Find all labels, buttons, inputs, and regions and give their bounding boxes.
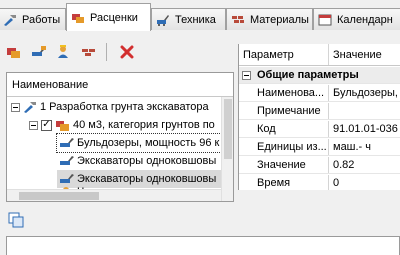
delete-icon (120, 45, 134, 59)
grid-param-name: Примечание (239, 103, 329, 119)
grid-param-name: Наименова... (239, 85, 329, 101)
machine-icon (60, 138, 74, 147)
grid-row-code[interactable]: Код 91.01.01-036 (239, 121, 400, 138)
grid-col-value[interactable]: Значение (329, 49, 382, 61)
add-rate-button[interactable] (3, 41, 25, 63)
toolbar-separator (106, 43, 107, 61)
tab-machinery[interactable]: Техника (151, 8, 226, 30)
add-worker-button[interactable] (53, 41, 75, 63)
tree-row-label: 1 Разработка грунта экскаватора (40, 101, 209, 113)
add-machine-icon (32, 46, 46, 56)
tab-bar: Работы Расценки Техника Материалы Календ… (0, 0, 400, 31)
grid-col-param[interactable]: Параметр (239, 44, 329, 65)
machine-icon (60, 156, 74, 165)
tab-machinery-label: Техника (175, 13, 216, 26)
add-machine-button[interactable] (28, 41, 50, 63)
grid-header-row: Параметр Значение (239, 44, 400, 66)
rate-icon (56, 120, 69, 131)
materials-icon (232, 15, 244, 23)
copy-icon (8, 212, 24, 228)
grid-row-note[interactable]: Примечание (239, 103, 400, 120)
grid-param-value[interactable]: Бульдозеры, (329, 87, 398, 99)
grid-row-time[interactable]: Время 0 (239, 175, 400, 190)
tree-row-label: Бульдозеры, мощность 96 к (77, 137, 220, 149)
add-worker-icon (58, 45, 68, 58)
grid-param-name: Значение (239, 157, 329, 173)
property-grid[interactable]: Параметр Значение Общие параметры Наимен… (238, 44, 400, 190)
rate-checkbox[interactable]: ✓ (41, 119, 52, 131)
calendar-icon (318, 14, 332, 25)
tab-works[interactable]: Работы (0, 8, 66, 30)
grid-row-value[interactable]: Значение 0.82 (239, 157, 400, 174)
add-material-button[interactable] (78, 41, 100, 63)
grid-param-value[interactable]: 0.82 (329, 159, 354, 171)
work-icon (24, 102, 36, 113)
grid-param-name: Единицы из... (239, 139, 329, 155)
tab-materials-label: Материалы (250, 13, 309, 26)
bottom-panel[interactable] (6, 236, 400, 255)
grid-param-name: Код (239, 121, 329, 137)
tree-horizontal-scrollbar[interactable] (7, 189, 221, 201)
delete-button[interactable] (116, 41, 138, 63)
tab-rates[interactable]: Расценки (66, 3, 151, 31)
grid-param-value[interactable]: 91.01.01-036 (329, 123, 398, 135)
tree-row-rate[interactable]: ✓ 40 м3, категория грунтов по (7, 116, 215, 134)
rates-icon (72, 13, 84, 23)
category-collapse-toggle[interactable] (242, 70, 251, 80)
add-material-icon (82, 49, 95, 56)
tree-row-label: Экскаваторы одноковшовы (77, 155, 217, 167)
collapse-toggle[interactable] (29, 120, 38, 130)
tab-calendar-label: Календарн (337, 13, 393, 26)
add-rate-icon (7, 48, 20, 58)
grid-param-name: Время (239, 175, 329, 190)
rates-tree[interactable]: Наименование 1 Разработка грунта экскава… (6, 72, 234, 202)
tree-column-header[interactable]: Наименование (7, 73, 233, 97)
grid-param-value[interactable]: маш.- ч (329, 141, 371, 153)
copy-button[interactable] (8, 212, 24, 228)
tree-vertical-scrollbar[interactable] (221, 97, 233, 201)
tree-header-label: Наименование (12, 78, 89, 91)
grid-category-label: Общие параметры (257, 69, 359, 81)
grid-category-row[interactable]: Общие параметры (239, 67, 400, 84)
tab-rates-label: Расценки (90, 11, 138, 24)
tab-works-label: Работы (22, 13, 61, 26)
scroll-thumb[interactable] (224, 99, 232, 159)
tab-calendar[interactable]: Календарн (313, 8, 400, 30)
collapse-toggle[interactable] (11, 102, 20, 112)
grid-row-name[interactable]: Наименова... Бульдозеры, (239, 85, 400, 102)
works-icon (4, 14, 16, 26)
tab-materials[interactable]: Материалы (226, 8, 313, 30)
tree-row-resource[interactable]: Бульдозеры, мощность 96 к (56, 133, 233, 153)
grid-param-value[interactable]: 0 (329, 177, 339, 189)
toolbar (0, 38, 235, 66)
tree-row-resource[interactable]: Экскаваторы одноковшовы (57, 152, 233, 170)
scroll-thumb[interactable] (19, 192, 99, 200)
tree-row-work[interactable]: 1 Разработка грунта экскаватора (7, 98, 209, 116)
grid-row-units[interactable]: Единицы из... маш.- ч (239, 139, 400, 156)
machinery-icon (157, 14, 169, 26)
tree-row-label: 40 м3, категория грунтов по (73, 119, 215, 131)
